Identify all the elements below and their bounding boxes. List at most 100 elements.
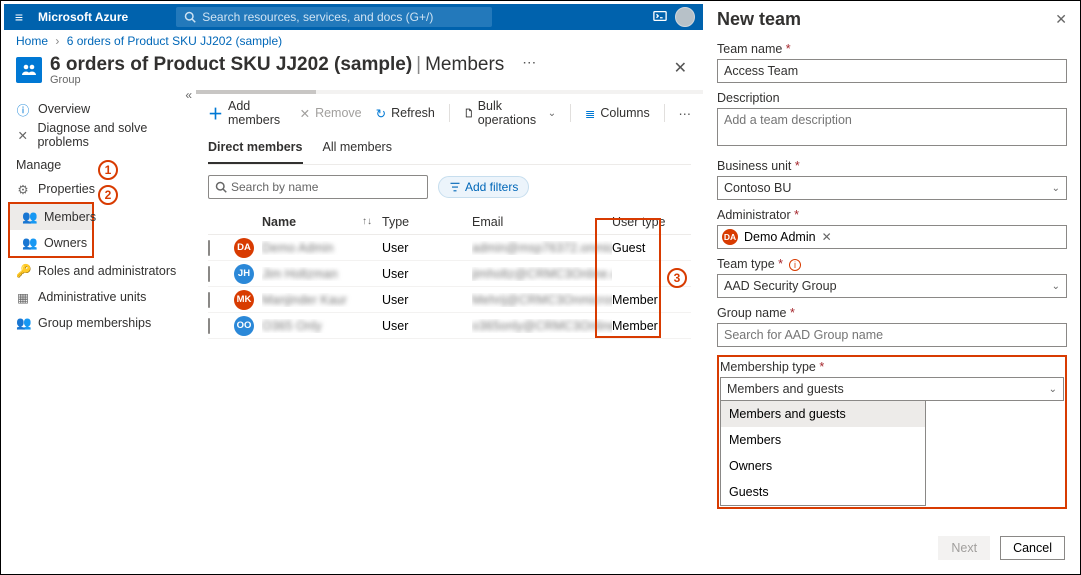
sort-asc-icon[interactable]: ↑↓ — [362, 216, 382, 227]
annotation-callout-3: 3 — [667, 268, 687, 288]
search-icon — [215, 181, 227, 193]
more-icon[interactable]: ⋯ — [516, 54, 542, 71]
remove-admin-icon[interactable]: ✕ — [822, 230, 832, 244]
breadcrumb-home[interactable]: Home — [16, 34, 48, 48]
membership-option[interactable]: Members — [721, 427, 925, 453]
azure-topbar: ≡ Microsoft Azure Search resources, serv… — [4, 4, 703, 30]
row-checkbox[interactable] — [208, 318, 210, 334]
breadcrumb: Home › 6 orders of Product SKU JJ202 (sa… — [4, 30, 703, 52]
nav-admin-units[interactable]: ▦Administrative units — [4, 284, 196, 310]
description-input[interactable] — [717, 108, 1067, 146]
nav-owners[interactable]: 👥Owners — [10, 230, 92, 256]
member-search-input[interactable]: Search by name — [208, 175, 428, 199]
bulk-operations-button[interactable]: Bulk operations⌄ — [464, 99, 556, 127]
group-name-label: Group name * — [717, 306, 1067, 320]
add-filters-button[interactable]: Add filters — [438, 176, 529, 198]
cell-name: Demo Admin — [262, 241, 362, 255]
chevron-down-icon: ⌄ — [1052, 281, 1060, 292]
membership-type-label: Membership type * — [720, 360, 1064, 374]
refresh-button[interactable]: ↻Refresh — [376, 106, 435, 121]
annotation-callout-1: 1 — [98, 160, 118, 180]
next-button[interactable]: Next — [938, 536, 990, 560]
col-type[interactable]: Type — [382, 215, 472, 229]
cell-name: Manjinder Kaur — [262, 293, 362, 307]
remove-button[interactable]: ✕Remove — [300, 106, 362, 121]
nav-group-memberships[interactable]: 👥Group memberships — [4, 310, 196, 336]
row-checkbox[interactable] — [208, 240, 210, 256]
membership-type-select[interactable]: Members and guests⌄ — [720, 377, 1064, 401]
cell-type: User — [382, 319, 472, 333]
collapse-nav-icon[interactable]: « — [185, 88, 192, 102]
user-avatar-icon: DA — [234, 238, 254, 258]
team-name-label: Team name * — [717, 42, 1067, 56]
business-unit-label: Business unit * — [717, 159, 1067, 173]
membership-option[interactable]: Guests — [721, 479, 925, 505]
breadcrumb-current[interactable]: 6 orders of Product SKU JJ202 (sample) — [67, 34, 282, 48]
col-name[interactable]: Name — [262, 215, 362, 229]
group-name-input[interactable] — [717, 323, 1067, 347]
search-icon — [184, 11, 196, 23]
description-label: Description — [717, 91, 1067, 105]
close-blade-icon[interactable]: ✕ — [670, 54, 691, 82]
tab-all-members[interactable]: All members — [323, 134, 392, 164]
brand-label: Microsoft Azure — [38, 10, 128, 24]
cell-email: jimholtz@CRMC3Online.onmicrosoft.com — [472, 267, 612, 281]
new-team-panel: New team ✕ Team name * Description Busin… — [707, 4, 1077, 572]
columns-button[interactable]: ≣Columns — [585, 106, 650, 121]
nav-diagnose[interactable]: ✕Diagnose and solve problems — [4, 122, 196, 148]
business-unit-select[interactable]: Contoso BU⌄ — [717, 176, 1067, 200]
add-members-button[interactable]: ＋Add members — [208, 99, 286, 127]
document-icon — [464, 107, 473, 119]
nav-members[interactable]: 👥Members — [10, 204, 92, 230]
info-icon[interactable]: i — [789, 259, 801, 271]
nav-roles[interactable]: 🔑Roles and administrators — [4, 258, 196, 284]
group-icon — [16, 57, 42, 83]
row-checkbox[interactable] — [208, 292, 210, 308]
admin-name: Demo Admin — [744, 230, 816, 244]
left-nav: « ⓘOverview ✕Diagnose and solve problems… — [4, 90, 196, 357]
team-type-label: Team type *i — [717, 257, 1067, 271]
command-bar: ＋Add members ✕Remove ↻Refresh Bulk opera… — [208, 96, 691, 130]
team-name-input[interactable] — [717, 59, 1067, 83]
cell-type: User — [382, 293, 472, 307]
horizontal-scrollbar[interactable] — [196, 90, 703, 94]
chevron-down-icon: ⌄ — [1049, 384, 1057, 395]
user-avatar-icon: MK — [234, 290, 254, 310]
close-panel-icon[interactable]: ✕ — [1055, 11, 1067, 28]
administrator-input[interactable]: DA Demo Admin ✕ — [717, 225, 1067, 249]
panel-title: New team — [717, 9, 801, 30]
col-email[interactable]: Email — [472, 215, 612, 229]
cloud-shell-icon[interactable] — [653, 9, 667, 26]
cell-type: User — [382, 241, 472, 255]
membership-option[interactable]: Members and guests — [721, 401, 925, 427]
user-avatar[interactable] — [675, 7, 695, 27]
user-avatar-icon: OO — [234, 316, 254, 336]
row-checkbox[interactable] — [208, 266, 210, 282]
cancel-button[interactable]: Cancel — [1000, 536, 1065, 560]
cell-email: Mehrij@CRMC3Onmicrosoft.com — [472, 293, 612, 307]
membership-option[interactable]: Owners — [721, 453, 925, 479]
nav-overview[interactable]: ⓘOverview — [4, 96, 196, 122]
user-avatar-icon: JH — [234, 264, 254, 284]
cell-type: User — [382, 267, 472, 281]
page-title: 6 orders of Product SKU JJ202 (sample)|M… — [50, 54, 504, 76]
annotation-usertype-highlight — [595, 218, 661, 338]
member-tabs: Direct members All members — [208, 134, 691, 165]
administrator-label: Administrator * — [717, 208, 1067, 222]
team-type-select[interactable]: AAD Security Group⌄ — [717, 274, 1067, 298]
annotation-callout-2: 2 — [98, 185, 118, 205]
cell-name: Jim Holtzman — [262, 267, 362, 281]
membership-type-dropdown: Members and guests Members Owners Guests — [720, 400, 926, 506]
filter-icon — [449, 181, 461, 193]
cell-email: admin@msp76372.onmicrosoft.com — [472, 241, 612, 255]
global-search-placeholder: Search resources, services, and docs (G+… — [202, 10, 433, 24]
main-content: ＋Add members ✕Remove ↻Refresh Bulk opera… — [196, 90, 703, 357]
cell-name: O365 Only — [262, 319, 362, 333]
tab-direct-members[interactable]: Direct members — [208, 134, 303, 164]
global-search-input[interactable]: Search resources, services, and docs (G+… — [176, 7, 492, 27]
cell-email: o365only@CRMC3Online.onmicrosoft.com — [472, 319, 612, 333]
overflow-button[interactable]: ⋯ — [679, 106, 692, 121]
chevron-down-icon: ⌄ — [1052, 183, 1060, 194]
hamburger-icon[interactable]: ≡ — [4, 9, 34, 25]
admin-avatar: DA — [722, 229, 738, 245]
